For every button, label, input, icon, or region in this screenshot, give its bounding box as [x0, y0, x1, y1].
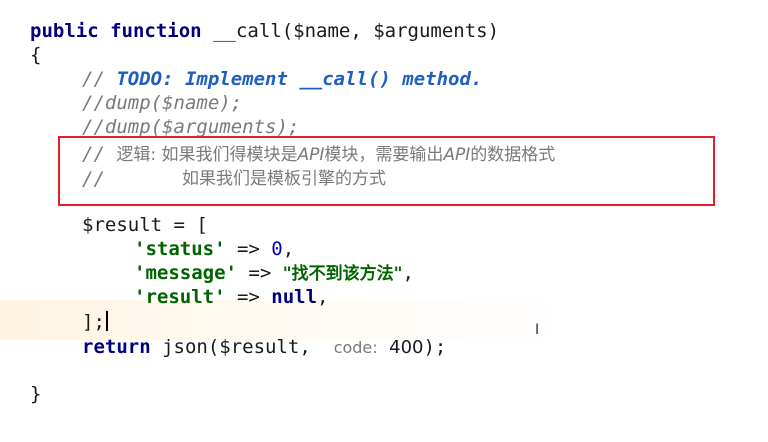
code-line-todo-comment[interactable]: // TODO: Implement __call() method. [82, 67, 482, 91]
keyword-public: public [30, 20, 99, 42]
parameter-hint-value: 400 [389, 337, 424, 358]
brace-close: } [30, 383, 42, 405]
result-value: null [271, 286, 318, 308]
code-line-dump-name[interactable]: //dump($name); [82, 91, 242, 115]
return-call: json($result, [150, 336, 323, 358]
comma: , [317, 286, 329, 308]
red-highlight-box [58, 136, 715, 206]
code-line-result[interactable]: 'result' => null, [134, 285, 329, 309]
param-separator: , [350, 20, 374, 42]
code-line-return[interactable]: return json($result, code: 400); [82, 335, 446, 359]
comment-prefix: // [82, 68, 117, 90]
param-name: $name [293, 20, 351, 42]
function-name: __call( [213, 20, 294, 42]
arrow-operator: => [225, 238, 272, 260]
code-line-status[interactable]: 'status' => 0, [134, 237, 294, 261]
parameter-hint-label: code: [333, 338, 378, 357]
text-ibeam-cursor-icon: I [535, 322, 540, 338]
param-arguments: $arguments [373, 20, 488, 42]
array-close: ]; [82, 311, 105, 333]
code-line-array-close[interactable]: ]; [82, 310, 108, 334]
code-line-brace-close[interactable]: } [30, 382, 41, 406]
result-assign: $result = [ [82, 214, 208, 236]
code-line-brace-open[interactable]: { [30, 43, 41, 67]
code-line-result-assign[interactable]: $result = [ [82, 213, 208, 237]
message-key: 'message' [134, 262, 237, 284]
return-end: ); [423, 336, 447, 358]
message-value: "找不到该方法" [282, 264, 403, 284]
keyword-function: function [110, 20, 202, 42]
code-editor[interactable]: public function __call($name, $arguments… [0, 0, 768, 442]
keyword-return: return [82, 336, 151, 358]
comment-dump-name: //dump($name); [82, 92, 243, 114]
comment-dump-arguments: //dump($arguments); [82, 116, 300, 138]
status-value: 0 [271, 238, 283, 260]
comma: , [282, 238, 295, 260]
status-key: 'status' [134, 238, 226, 260]
todo-text: TODO: Implement __call() method. [116, 68, 483, 90]
signature-close: ) [487, 20, 500, 42]
screen-glare [0, 300, 768, 340]
arrow-operator: => [236, 262, 283, 284]
code-line-message[interactable]: 'message' => "找不到该方法", [134, 261, 414, 285]
code-line-signature[interactable]: public function __call($name, $arguments… [30, 19, 499, 43]
arrow-operator: => [225, 286, 272, 308]
comma: , [402, 262, 414, 284]
text-caret [105, 311, 108, 331]
result-key: 'result' [134, 286, 226, 308]
brace-open: { [30, 44, 42, 66]
